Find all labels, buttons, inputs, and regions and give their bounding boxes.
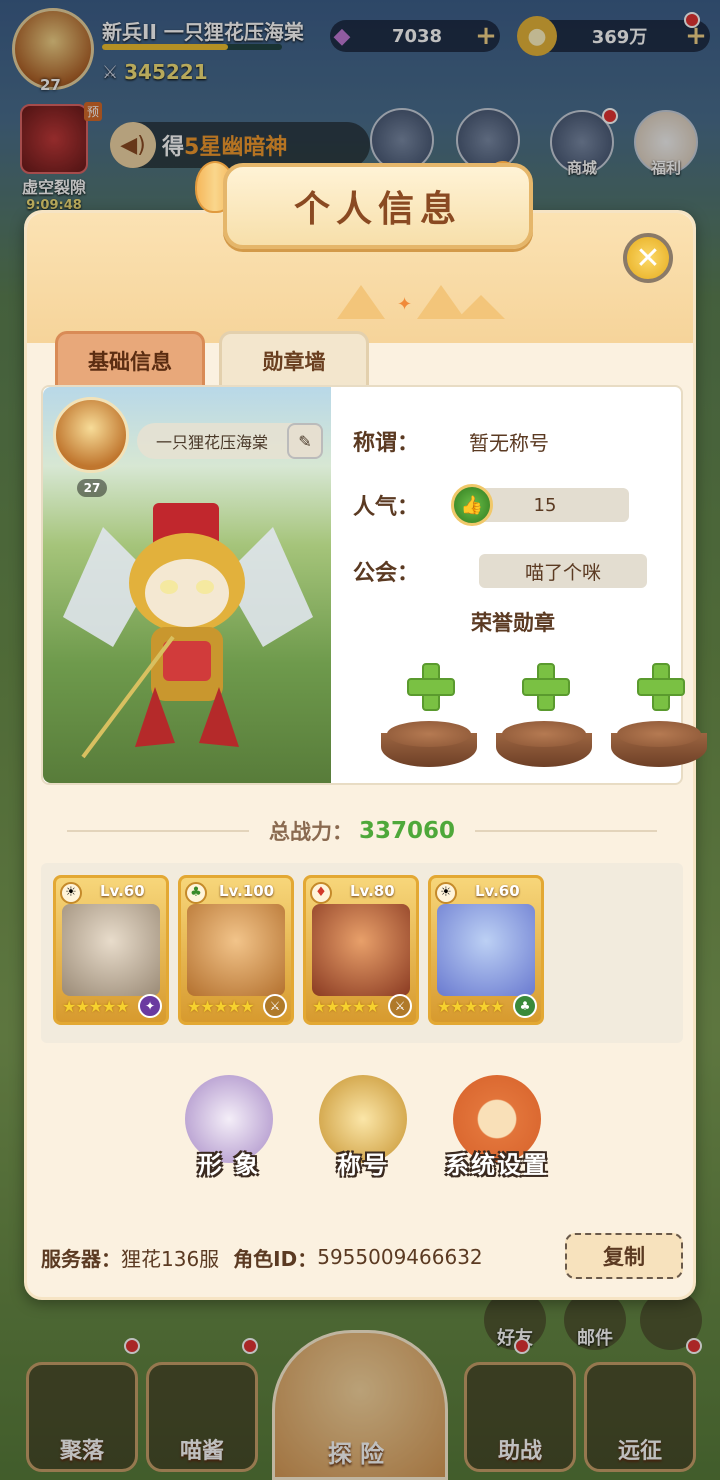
profile-avatar[interactable] (53, 397, 129, 473)
pedestal (496, 721, 592, 771)
tab-basic-info[interactable]: 基础信息 (55, 331, 205, 387)
edit-name-button[interactable]: ✎ (287, 423, 323, 459)
title-button[interactable]: 称号 (315, 1075, 411, 1185)
action-buttons: 形 象 称号 系统设置 (41, 1075, 683, 1195)
popularity-value: 15 (533, 494, 557, 516)
total-power-label: 总战力： (268, 820, 353, 844)
info-details: 称谓： 暂无称号 人气： 👍 15 公会： 喵了个咪 荣誉勋章 (333, 387, 707, 783)
hero-card[interactable]: ♣ Lv.100 ★★★★★ ⚔ (178, 875, 294, 1025)
hero-level: Lv.80 (350, 882, 395, 900)
sun-element-icon: ☀ (435, 882, 457, 904)
total-power-value: 337060 (358, 818, 456, 844)
hero-card[interactable]: ☀ Lv.60 ★★★★★ ♣ (428, 875, 544, 1025)
title-key: 称谓： (353, 431, 420, 456)
thumbs-up-icon[interactable]: 👍 (451, 484, 493, 526)
nature-class-icon: ♣ (513, 994, 537, 1018)
mage-class-icon: ✦ (138, 994, 162, 1018)
footer-info: 服务器： 狸花136服 角色ID： 5955009466632 复制 (41, 1233, 683, 1281)
hero-card[interactable]: ☀ Lv.60 ★★★★★ ✦ (53, 875, 169, 1025)
server-key: 服务器： (41, 1246, 121, 1271)
dialog-title: 个人信息 (293, 189, 462, 230)
tab-bar: 基础信息 勋章墙 (55, 331, 369, 387)
title-plate: 个人信息 (223, 163, 533, 249)
title-row: 称谓： 暂无称号 (353, 423, 549, 459)
hero-card[interactable]: ♦ Lv.80 ★★★★★ ⚔ (303, 875, 419, 1025)
close-button[interactable]: ✕ (623, 233, 673, 283)
pencil-icon: ✎ (298, 431, 312, 451)
hero-portrait: 27 一只狸花压海棠 ✎ (43, 387, 331, 783)
profile-name-chip: 一只狸花压海棠 ✎ (137, 423, 323, 459)
pedestal (611, 721, 707, 771)
hero-card-art (62, 904, 160, 996)
fire-element-icon: ♦ (310, 882, 332, 904)
popularity-bar: 👍 15 (451, 484, 629, 526)
star-rating: ★★★★★ (437, 997, 505, 1016)
star-rating: ★★★★★ (62, 997, 130, 1016)
guild-row: 公会： 喵了个咪 (353, 553, 647, 589)
plus-icon (407, 663, 455, 711)
tab-medal-wall[interactable]: 勋章墙 (219, 331, 369, 387)
medal-slot[interactable] (494, 663, 594, 773)
hero-level: Lv.60 (475, 882, 520, 900)
divider (67, 830, 249, 832)
appearance-label: 形 象 (197, 1151, 261, 1179)
close-icon: ✕ (635, 240, 661, 276)
hero-level: Lv.60 (100, 882, 145, 900)
role-id-key: 角色ID： (233, 1246, 318, 1271)
tents-decoration: ✦ (317, 269, 517, 319)
tree-element-icon: ♣ (185, 882, 207, 904)
guild-key: 公会： (353, 561, 420, 586)
title-value: 暂无称号 (469, 430, 549, 455)
honor-medal-label: 荣誉勋章 (471, 611, 555, 635)
profile-name: 一只狸花压海棠 (155, 433, 268, 452)
profile-dialog: ✦ ✕ 个人信息 基础信息 勋章墙 27 一只狸花压海棠 ✎ 称谓： 暂无称号 … (24, 161, 707, 1300)
guild-value: 喵了个咪 (479, 554, 647, 588)
medal-slot[interactable] (379, 663, 479, 773)
popularity-key: 人气： (353, 495, 420, 520)
total-power-row: 总战力： 337060 (67, 811, 657, 851)
hero-card-art (437, 904, 535, 996)
hero-card-art (187, 904, 285, 996)
copy-button[interactable]: 复制 (565, 1233, 683, 1279)
warrior-class-icon: ⚔ (263, 994, 287, 1018)
plus-icon (637, 663, 685, 711)
system-settings-button[interactable]: 系统设置 (445, 1075, 547, 1185)
system-settings-label: 系统设置 (445, 1151, 549, 1179)
divider (475, 830, 657, 832)
popularity-row: 人气： 👍 15 (353, 484, 629, 526)
plus-icon (522, 663, 570, 711)
appearance-button[interactable]: 形 象 (181, 1075, 277, 1185)
star-rating: ★★★★★ (312, 997, 380, 1016)
title-label: 称号 (337, 1151, 389, 1179)
sun-element-icon: ☀ (60, 882, 82, 904)
profile-level: 27 (77, 479, 107, 497)
pedestal (381, 721, 477, 771)
warrior-class-icon: ⚔ (388, 994, 412, 1018)
basic-info-panel: 27 一只狸花压海棠 ✎ 称谓： 暂无称号 人气： 👍 15 公会： 喵了个咪 … (41, 385, 707, 785)
hero-level: Lv.100 (219, 882, 275, 900)
role-id-value: 5955009466632 (317, 1245, 483, 1269)
hero-card-art (312, 904, 410, 996)
medal-slot[interactable] (609, 663, 709, 773)
team-lineup: ☀ Lv.60 ★★★★★ ✦ ♣ Lv.100 ★★★★★ ⚔ ♦ Lv.80… (41, 863, 683, 1043)
server-value: 狸花136服 (121, 1246, 220, 1271)
star-rating: ★★★★★ (187, 997, 255, 1016)
